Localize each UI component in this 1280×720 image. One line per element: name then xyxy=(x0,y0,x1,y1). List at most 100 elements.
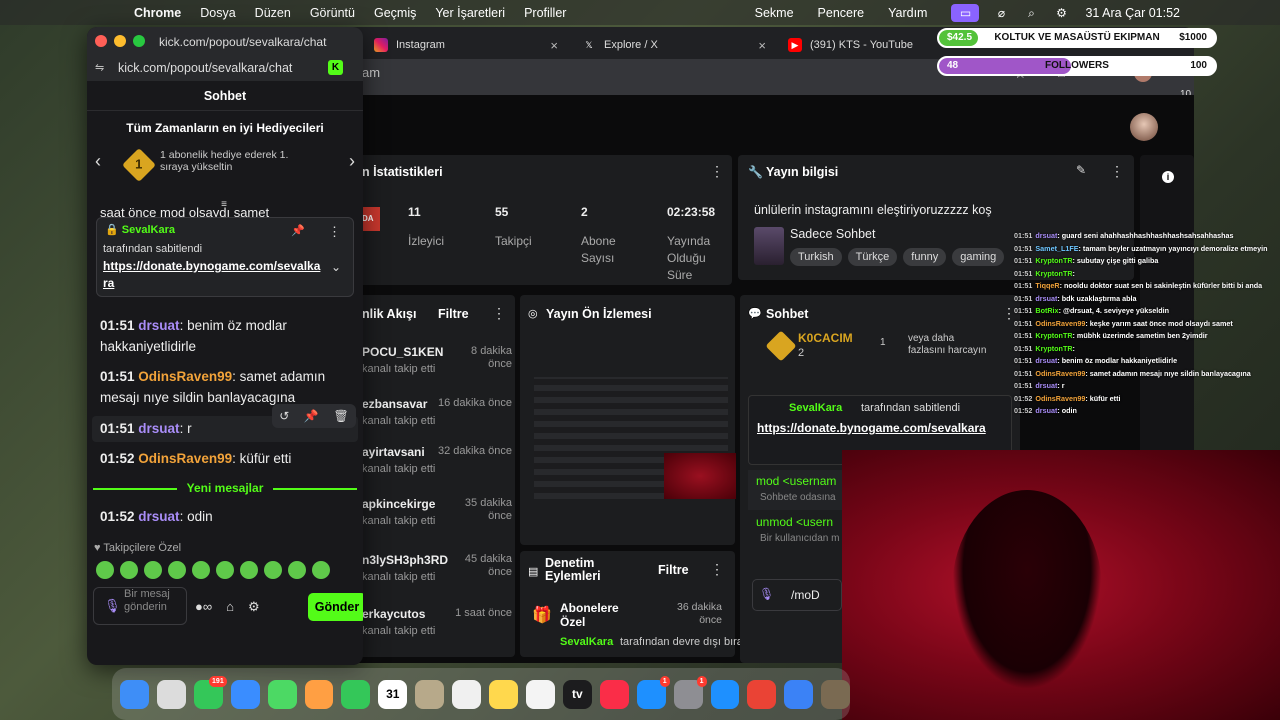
menu-item-gecmis[interactable]: Geçmiş xyxy=(374,6,416,20)
emote-icon[interactable] xyxy=(240,561,258,579)
safari-icon[interactable] xyxy=(710,679,740,709)
more-icon[interactable]: ⋮ xyxy=(492,305,506,322)
finder-icon[interactable] xyxy=(120,679,149,709)
reply-icon[interactable]: ↺ xyxy=(279,409,289,423)
preview-video[interactable] xyxy=(534,377,736,499)
contacts-icon[interactable] xyxy=(415,679,445,709)
emote-icon[interactable] xyxy=(192,561,210,579)
chat-input[interactable]: 🎙 /moD xyxy=(752,579,842,611)
notes-icon[interactable] xyxy=(489,679,518,709)
command-suggestion[interactable]: unmod <usern Bir kullanıcıdan m xyxy=(748,511,844,551)
menu-item-yardim[interactable]: Yardım xyxy=(888,6,927,20)
more-icon[interactable]: ⋮ xyxy=(710,163,724,180)
screen-mirror-icon[interactable]: ▭ xyxy=(951,3,980,22)
chat-message[interactable]: 01:52 OdinsRaven99: küfür etti xyxy=(100,448,350,469)
more-icon[interactable]: ⋮ xyxy=(328,224,341,240)
more-icon[interactable]: ⋮ xyxy=(710,561,724,578)
menu-clock[interactable]: 31 Ara Çar 01:52 xyxy=(1085,6,1180,20)
infinity-icon[interactable]: ●∞ xyxy=(195,599,212,615)
pinned-link[interactable]: https://donate.bynogame.com/sevalkara xyxy=(103,258,323,292)
control-center-icon[interactable]: ⚙ xyxy=(1053,6,1069,20)
chevron-right-icon[interactable]: › xyxy=(349,151,355,172)
send-button[interactable]: Gönder xyxy=(308,593,363,621)
message-input[interactable]: 🎙 Bir mesaj gönderin xyxy=(93,587,187,625)
maps-icon[interactable] xyxy=(267,679,297,709)
menu-app-name[interactable]: Chrome xyxy=(134,6,181,20)
tag-pill[interactable]: gaming xyxy=(952,248,1005,266)
close-icon[interactable]: × xyxy=(758,38,766,53)
chat-message[interactable]: 01:51 drsuat: benim öz modlar hakkaniyet… xyxy=(100,315,350,357)
user-avatar[interactable] xyxy=(1130,113,1158,141)
close-icon[interactable]: × xyxy=(550,38,558,53)
emote-icon[interactable] xyxy=(96,561,114,579)
appletv-icon[interactable]: tv xyxy=(562,679,592,709)
menu-item-yer-isaretleri[interactable]: Yer İşaretleri xyxy=(435,6,505,20)
emote-icon[interactable] xyxy=(312,561,330,579)
emote-icon[interactable] xyxy=(144,561,162,579)
emote-icon[interactable] xyxy=(168,561,186,579)
menu-item-sekme[interactable]: Sekme xyxy=(755,6,794,20)
chrome-icon[interactable] xyxy=(747,679,777,709)
chat-input-value[interactable]: /moD xyxy=(791,588,820,602)
pin-icon[interactable]: 📌 xyxy=(291,224,305,237)
reminders-icon[interactable] xyxy=(452,679,482,709)
emote-icon[interactable] xyxy=(120,561,138,579)
info-icon[interactable]: i xyxy=(1162,171,1174,183)
preview-icon[interactable] xyxy=(784,679,814,709)
menu-item-goruntu[interactable]: Görüntü xyxy=(310,6,355,20)
search-icon[interactable]: ⌕ xyxy=(1023,6,1039,20)
edit-icon[interactable]: ✎ xyxy=(1076,163,1086,177)
pinned-message: 🔒 SevalKara 📌 ⋮ tarafından sabitlendi ht… xyxy=(96,217,354,297)
tab-explore-x[interactable]: 𝕏 Explore / X × xyxy=(574,31,774,59)
menu-item-pencere[interactable]: Pencere xyxy=(818,6,865,20)
minimize-window-icon[interactable] xyxy=(114,35,126,47)
chevron-left-icon[interactable]: ‹ xyxy=(95,151,101,172)
zoom-window-icon[interactable] xyxy=(133,35,145,47)
command-suggestion[interactable]: mod <usernam Sohbete odasına xyxy=(748,470,844,510)
emote-icon[interactable] xyxy=(288,561,306,579)
goal-label: KOLTUK VE MASAÜSTÜ EKIPMAN xyxy=(994,32,1160,43)
activity-filter-button[interactable]: Filtre xyxy=(438,307,469,321)
chat-message[interactable]: 01:51 OdinsRaven99: samet adamın mesajı … xyxy=(100,366,350,408)
photos-icon[interactable] xyxy=(304,679,334,709)
url-text[interactable]: am xyxy=(362,65,380,80)
store-icon[interactable]: ⌂ xyxy=(226,599,234,615)
menu-item-profiller[interactable]: Profiller xyxy=(524,6,566,20)
freeform-icon[interactable] xyxy=(525,679,555,709)
menu-item-dosya[interactable]: Dosya xyxy=(200,6,235,20)
kick-extension-icon[interactable]: K xyxy=(328,60,343,75)
pin-icon[interactable]: 📌 xyxy=(304,409,319,423)
music-icon[interactable] xyxy=(599,679,629,709)
wifi-off-icon[interactable]: ⌀ xyxy=(993,6,1009,20)
tag-pill[interactable]: Turkish xyxy=(790,248,842,266)
mic-icon[interactable]: 🎙 xyxy=(759,587,774,601)
messages-icon[interactable]: 191 xyxy=(193,675,227,709)
appstore-icon[interactable]: 1 xyxy=(636,675,670,709)
pinned-link[interactable]: https://donate.bynogame.com/sevalkara xyxy=(757,420,997,436)
mic-icon[interactable]: 🎙 xyxy=(104,598,121,614)
popout-url[interactable]: kick.com/popout/sevalkara/chat xyxy=(118,61,292,75)
facetime-icon[interactable] xyxy=(341,679,371,709)
tab-youtube[interactable]: ▶ (391) KTS - YouTube xyxy=(780,31,940,59)
tag-pill[interactable]: Türkçe xyxy=(847,248,898,266)
more-icon[interactable]: ⋮ xyxy=(1110,163,1124,180)
photo-thumb-icon[interactable] xyxy=(821,679,851,709)
tag-pill[interactable]: funny xyxy=(903,248,947,266)
settings-icon[interactable]: 1 xyxy=(673,675,707,709)
delete-icon[interactable]: 🗑 xyxy=(333,409,348,423)
emote-icon[interactable] xyxy=(216,561,234,579)
moderation-filter-button[interactable]: Filtre xyxy=(658,563,689,577)
chat-message[interactable]: 01:52 drsuat: odin xyxy=(100,506,350,527)
popout-url-bar[interactable]: ⇋ kick.com/popout/sevalkara/chat K xyxy=(87,57,363,81)
menu-item-duzen[interactable]: Düzen xyxy=(255,6,291,20)
calendar-icon[interactable]: 31 xyxy=(378,679,408,709)
site-settings-icon[interactable]: ⇋ xyxy=(95,61,104,74)
launchpad-icon[interactable] xyxy=(156,679,186,709)
close-window-icon[interactable] xyxy=(95,35,107,47)
emote-icon[interactable] xyxy=(264,561,282,579)
tab-instagram[interactable]: Instagram × xyxy=(366,31,566,59)
mail-icon[interactable] xyxy=(230,679,260,709)
chevron-down-icon[interactable]: ⌄ xyxy=(331,260,341,274)
gear-icon[interactable]: ⚙ xyxy=(248,599,260,615)
overlay-chat-line: 01:51 drsuat: guard seni ahahhashhashhash… xyxy=(1014,231,1234,240)
